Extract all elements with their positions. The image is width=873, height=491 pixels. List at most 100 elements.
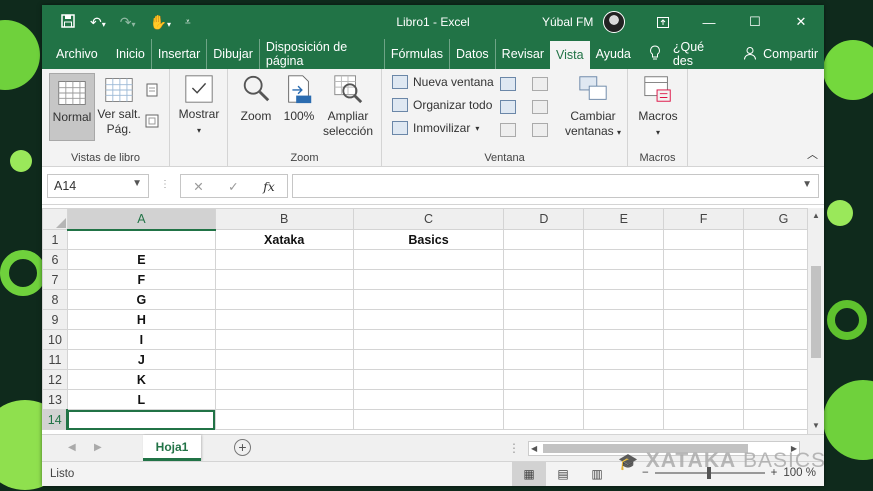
- name-box[interactable]: A14 ▼: [47, 174, 149, 198]
- cell-a9[interactable]: H: [66, 309, 216, 330]
- split-icon[interactable]: [500, 77, 516, 91]
- row-header[interactable]: 10: [42, 329, 68, 350]
- cell-c9[interactable]: [352, 309, 505, 330]
- cell-a13[interactable]: L: [66, 389, 216, 410]
- cell-f14[interactable]: [663, 409, 745, 430]
- column-header-a[interactable]: A: [66, 208, 216, 231]
- scroll-down-icon[interactable]: ▼: [808, 418, 824, 434]
- close-icon[interactable]: ✕: [778, 5, 824, 39]
- customize-qat-icon[interactable]: ⩡: [185, 17, 191, 28]
- column-header-b[interactable]: B: [214, 208, 354, 230]
- cell-c10[interactable]: [352, 329, 505, 350]
- new-window-button[interactable]: Nueva ventana: [392, 75, 494, 89]
- tab-ayuda[interactable]: Ayuda: [590, 39, 643, 69]
- enter-icon[interactable]: ✓: [228, 179, 238, 194]
- tab-dibujar[interactable]: Dibujar: [207, 39, 260, 69]
- collapse-ribbon-icon[interactable]: ︿: [807, 146, 818, 162]
- tab-disposicion[interactable]: Disposición de página: [260, 39, 385, 69]
- zoom-selection-button[interactable]: Ampliar selección: [320, 73, 376, 139]
- cell-e10[interactable]: [583, 329, 665, 350]
- page-layout-icon[interactable]: [146, 83, 158, 100]
- cell-e11[interactable]: [583, 349, 665, 370]
- cell-e6[interactable]: [583, 249, 665, 270]
- cell-c8[interactable]: [352, 289, 505, 310]
- maximize-icon[interactable]: ☐: [732, 5, 778, 39]
- cell-a11[interactable]: J: [66, 349, 216, 370]
- formula-bar-resize-icon[interactable]: ⋮: [160, 179, 170, 190]
- hide-icon[interactable]: [500, 100, 516, 114]
- freeze-panes-button[interactable]: Inmovilizar ▾: [392, 121, 479, 135]
- cell-e7[interactable]: [583, 269, 665, 290]
- column-header-f[interactable]: F: [663, 208, 745, 230]
- save-icon[interactable]: [60, 13, 76, 32]
- user-account[interactable]: Yúbal FM: [542, 11, 626, 33]
- cell-f13[interactable]: [663, 389, 745, 410]
- tell-me-search[interactable]: ¿Qué des: [643, 39, 727, 69]
- row-header[interactable]: 9: [42, 309, 68, 330]
- arrange-all-button[interactable]: Organizar todo: [392, 98, 492, 112]
- undo-icon[interactable]: ↶▾: [90, 14, 106, 31]
- row-header[interactable]: 14: [42, 409, 69, 430]
- scroll-up-icon[interactable]: ▲: [808, 208, 824, 224]
- cell-a10[interactable]: I: [66, 329, 216, 350]
- tab-archivo[interactable]: Archivo: [50, 39, 110, 69]
- page-break-view-button[interactable]: Ver salt. Pág.: [97, 73, 141, 137]
- normal-view-icon[interactable]: ▦: [512, 462, 546, 486]
- minimize-icon[interactable]: —: [686, 5, 732, 39]
- cell-a1[interactable]: [66, 229, 216, 250]
- expand-formula-bar-icon[interactable]: ▼: [802, 179, 812, 190]
- macros-button[interactable]: Macros ▾: [634, 73, 682, 140]
- touch-mode-icon[interactable]: ✋▾: [150, 14, 171, 31]
- scroll-thumb[interactable]: [811, 266, 821, 358]
- scroll-left-icon[interactable]: ◀: [531, 442, 537, 455]
- tab-insertar[interactable]: Insertar: [152, 39, 208, 69]
- chevron-down-icon[interactable]: ▼: [132, 178, 142, 189]
- row-header[interactable]: 8: [42, 289, 68, 310]
- cell-b10[interactable]: [214, 329, 354, 350]
- switch-windows-button[interactable]: Cambiar ventanas ▾: [562, 73, 624, 140]
- page-layout-view-icon[interactable]: ▤: [546, 462, 580, 486]
- cell-a14[interactable]: [66, 409, 216, 430]
- cell-c12[interactable]: [352, 369, 505, 390]
- cell-d14[interactable]: [503, 409, 585, 430]
- column-header-c[interactable]: C: [352, 208, 505, 230]
- cancel-icon[interactable]: ✕: [193, 179, 203, 194]
- ribbon-display-icon[interactable]: [640, 5, 686, 39]
- cell-d8[interactable]: [503, 289, 585, 310]
- add-sheet-icon[interactable]: +: [234, 439, 251, 456]
- cell-b7[interactable]: [214, 269, 354, 290]
- cell-b6[interactable]: [214, 249, 354, 270]
- cell-c7[interactable]: [352, 269, 505, 290]
- cell-b1[interactable]: Xataka: [214, 229, 354, 250]
- cell-f11[interactable]: [663, 349, 745, 370]
- column-header-d[interactable]: D: [503, 208, 585, 230]
- cell-c13[interactable]: [352, 389, 505, 410]
- cell-b9[interactable]: [214, 309, 354, 330]
- cell-f9[interactable]: [663, 309, 745, 330]
- cell-b13[interactable]: [214, 389, 354, 410]
- cell-d11[interactable]: [503, 349, 585, 370]
- cell-d9[interactable]: [503, 309, 585, 330]
- row-header[interactable]: 1: [42, 229, 68, 250]
- tab-inicio[interactable]: Inicio: [110, 39, 152, 69]
- cell-e1[interactable]: [583, 229, 665, 250]
- row-header[interactable]: 13: [42, 389, 68, 410]
- cell-f1[interactable]: [663, 229, 745, 250]
- cell-e12[interactable]: [583, 369, 665, 390]
- row-header[interactable]: 7: [42, 269, 68, 290]
- sheet-tab-hoja1[interactable]: Hoja1: [143, 435, 201, 461]
- formula-input[interactable]: ▼: [292, 174, 819, 198]
- cell-e14[interactable]: [583, 409, 665, 430]
- next-sheet-icon[interactable]: ▶: [94, 442, 102, 453]
- cell-c6[interactable]: [352, 249, 505, 270]
- reset-position-icon[interactable]: [532, 123, 548, 137]
- cell-b14[interactable]: [214, 409, 354, 430]
- tab-datos[interactable]: Datos: [450, 39, 496, 69]
- vertical-scrollbar[interactable]: ▲ ▼: [807, 208, 824, 434]
- tab-revisar[interactable]: Revisar: [496, 39, 550, 69]
- tab-vista[interactable]: Vista: [550, 41, 590, 69]
- cell-f10[interactable]: [663, 329, 745, 350]
- cell-d6[interactable]: [503, 249, 585, 270]
- sync-scroll-icon[interactable]: [532, 100, 548, 114]
- side-by-side-icon[interactable]: [532, 77, 548, 91]
